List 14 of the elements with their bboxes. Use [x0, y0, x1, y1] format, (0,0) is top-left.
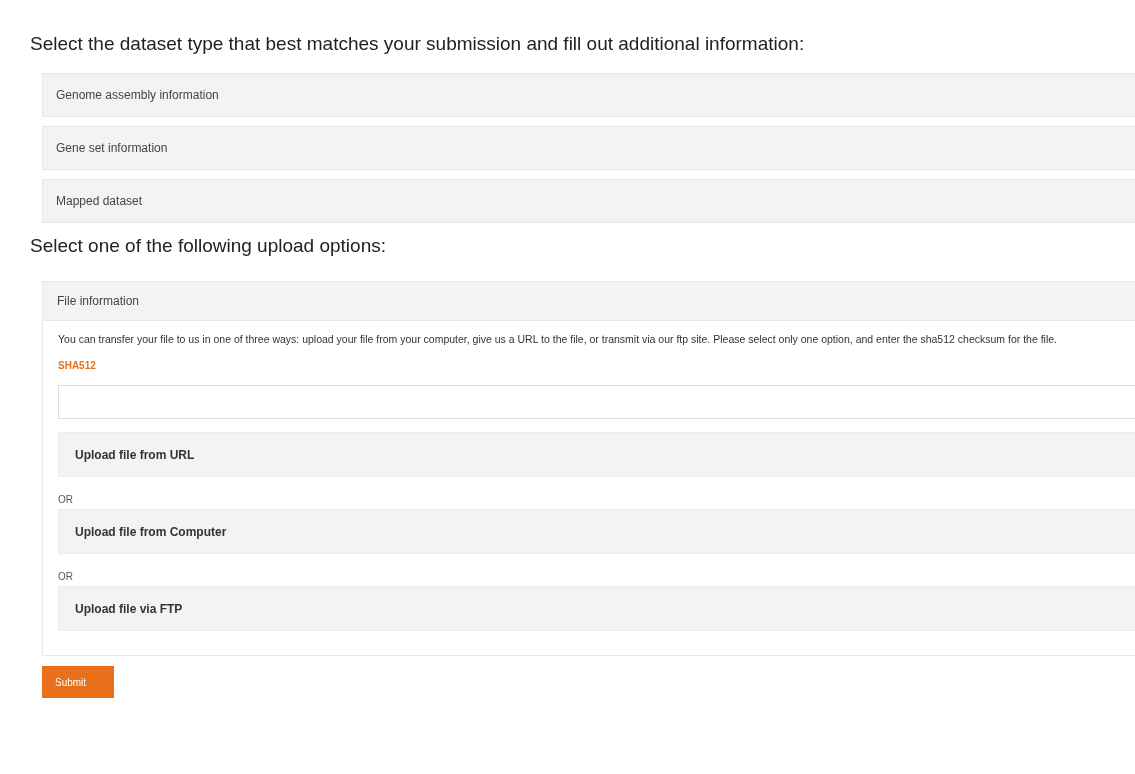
separator-text: OR	[58, 494, 74, 505]
sha512-input-field[interactable]	[58, 385, 1135, 419]
dataset-type-panel[interactable]: Gene set information	[42, 126, 1135, 170]
page-heading: Select the dataset type that best matches your submission and fill out additional information:	[30, 33, 806, 55]
description-text: You can transfer your file to us in one of three ways: upload your file from your computer, give us a URL to the file, or transmit via our ftp site. Please select only one option, and enter the sha512 checksum for the file.	[58, 332, 1058, 347]
separator-text: OR	[58, 571, 74, 582]
dataset-type-panel[interactable]: Genome assembly information	[42, 73, 1135, 117]
field-label: SHA512	[58, 360, 97, 371]
upload-option-panel[interactable]: Upload file from URL	[58, 432, 1135, 477]
panel-header: File information	[43, 282, 1135, 321]
upload-option-panel[interactable]: Upload file via FTP	[58, 586, 1135, 631]
section-heading: Select one of the following upload options:	[30, 235, 387, 257]
dataset-type-panel[interactable]: Mapped dataset	[42, 179, 1135, 223]
upload-option-panel[interactable]: Upload file from Computer	[58, 509, 1135, 554]
